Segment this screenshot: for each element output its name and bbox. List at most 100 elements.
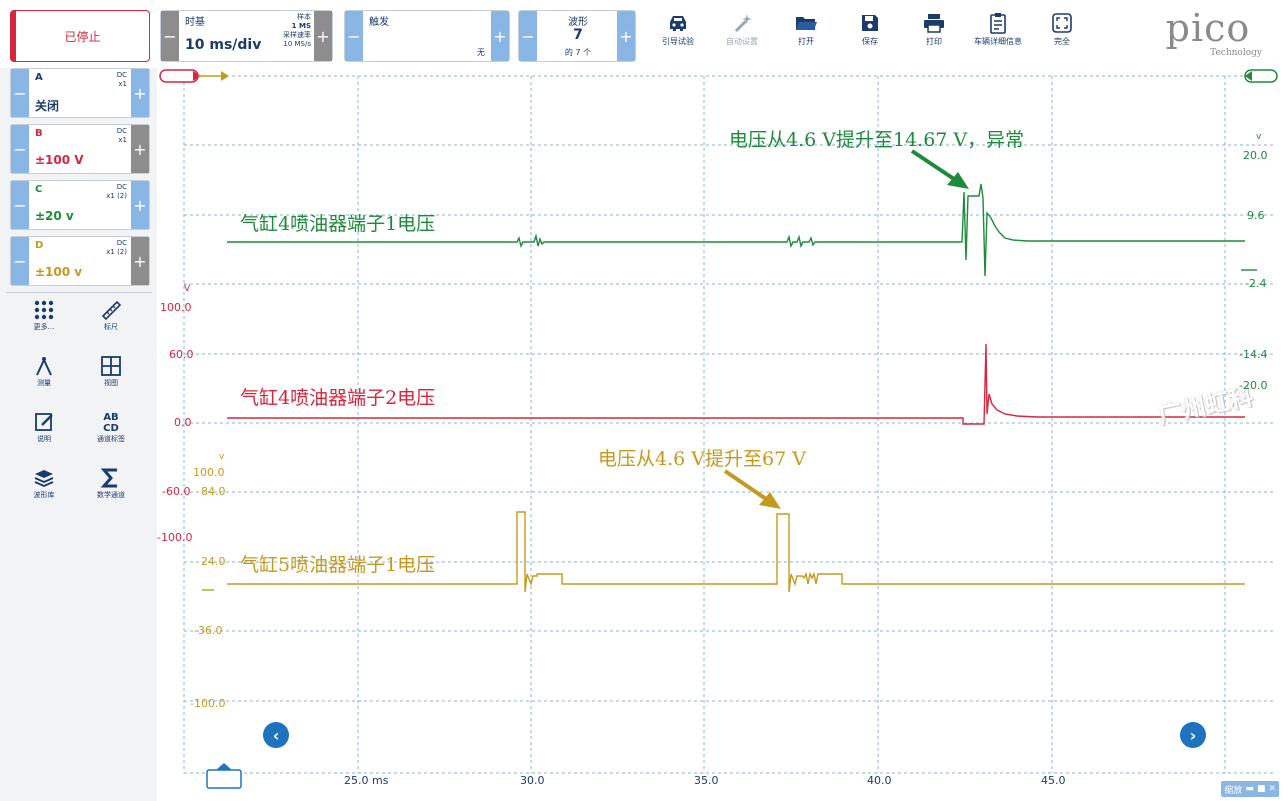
vertical-grid bbox=[183, 76, 1226, 773]
channel-c-range[interactable]: ±20 v bbox=[35, 209, 74, 223]
trigger-next-button[interactable]: + bbox=[491, 11, 509, 61]
channel-b-range[interactable]: ±100 V bbox=[35, 153, 84, 167]
green-axis-tick: 20.0 bbox=[1243, 149, 1268, 162]
layers-icon bbox=[33, 466, 55, 490]
waveform-value[interactable]: 7 bbox=[537, 27, 619, 43]
view-tool-button[interactable]: 视图 bbox=[86, 354, 136, 388]
open-button[interactable]: 打开 bbox=[776, 10, 836, 60]
waveform-library-tool-label: 波形库 bbox=[33, 491, 55, 499]
red-axis-tick: -60.0 bbox=[162, 485, 191, 498]
channel-b-name: B bbox=[35, 128, 43, 139]
abcd-icon: AB CD bbox=[99, 410, 123, 434]
gold-axis-tick: -100.0 bbox=[190, 697, 226, 710]
fullscreen-icon bbox=[1051, 10, 1073, 36]
red-trace-label: 气缸4喷油器端子2电压 bbox=[240, 387, 436, 409]
app-window: 已停止 − 时基 10 ms/div 样本 1 MS 采样速率 10 MS/s … bbox=[0, 0, 1283, 801]
channel-b-decrease-button[interactable]: − bbox=[11, 125, 29, 173]
channel-c-coupling: DC x1 (2) bbox=[106, 183, 127, 201]
x-axis-tick: 35.0 bbox=[694, 774, 719, 787]
waveform-library-tool-button[interactable]: 波形库 bbox=[19, 466, 69, 500]
close-icon[interactable]: ✕ bbox=[1268, 784, 1276, 794]
channel-a-coupling: DC x1 bbox=[117, 71, 127, 89]
channel-panel: − A DC x1 关闭 + − B DC x1 ±100 V + − C DC x1… bbox=[0, 68, 157, 801]
more-tool-label: 更多... bbox=[33, 323, 55, 331]
measure-tool-button[interactable]: 测量 bbox=[19, 354, 69, 388]
trigger-control: − 触发 无 + bbox=[344, 10, 510, 62]
green-annotation: 电压从4.6 V提升至14.67 V，异常 bbox=[729, 129, 1025, 151]
zoom-overview-control[interactable]: 缩放 ▬ ■ ✕ bbox=[1221, 781, 1279, 797]
scroll-right-button[interactable]: › bbox=[1180, 722, 1206, 748]
channel-a-range[interactable]: 关闭 bbox=[35, 97, 59, 114]
vehicle-details-button[interactable]: 车辆详细信息 bbox=[968, 10, 1028, 60]
trigger-position-marker[interactable] bbox=[206, 763, 242, 789]
gold-annotation-arrow bbox=[723, 469, 781, 509]
car-icon bbox=[666, 10, 690, 36]
trigger-prev-button[interactable]: − bbox=[345, 11, 363, 61]
auto-setup-label: 自动设置 bbox=[726, 37, 758, 46]
print-label: 打印 bbox=[926, 37, 942, 46]
vehicle-details-label: 车辆详细信息 bbox=[974, 37, 1022, 46]
clipboard-icon bbox=[988, 10, 1008, 36]
fullscreen-button[interactable]: 完全 bbox=[1032, 10, 1092, 60]
channel-d-name: D bbox=[35, 240, 44, 251]
notes-tool-button[interactable]: 说明 bbox=[19, 410, 69, 444]
green-axis-tick: -2.4 bbox=[1245, 277, 1267, 290]
open-label: 打开 bbox=[798, 37, 814, 46]
channel-d-coupling: DC x1 (2) bbox=[106, 239, 127, 257]
more-tool-button[interactable]: 更多... bbox=[19, 298, 69, 332]
channel-a-increase-button[interactable]: + bbox=[131, 69, 149, 117]
channel-d-range[interactable]: ±100 v bbox=[35, 265, 82, 279]
save-button[interactable]: 保存 bbox=[840, 10, 900, 60]
channel-c-increase-button[interactable]: + bbox=[131, 181, 149, 229]
timebase-decrease-button[interactable]: − bbox=[161, 11, 179, 61]
sigma-icon bbox=[100, 466, 122, 490]
stop-status-button[interactable]: 已停止 bbox=[10, 10, 150, 62]
restore-icon[interactable]: ■ bbox=[1257, 784, 1266, 794]
sampling-info: 样本 1 MS 采样速率 10 MS/s bbox=[273, 13, 311, 49]
dots-grid-icon bbox=[33, 298, 55, 322]
red-axis-tick: 60.0 bbox=[169, 348, 194, 361]
red-axis-tick: -100.0 bbox=[157, 531, 193, 544]
scope-svg bbox=[159, 69, 1278, 789]
waveform-prev-button[interactable]: − bbox=[519, 11, 537, 61]
waveform-count: 的 7 个 bbox=[564, 48, 592, 57]
scope-plot[interactable]: 气缸4喷油器端子1电压 气缸4喷油器端子2电压 气缸5喷油器端子1电压 电压从4… bbox=[157, 68, 1283, 801]
waveform-control: − 波形 7 的 7 个 + bbox=[518, 10, 636, 62]
print-icon bbox=[922, 10, 946, 36]
math-channels-tool-button[interactable]: 数学通道 bbox=[86, 466, 136, 500]
fullscreen-label: 完全 bbox=[1054, 37, 1070, 46]
channel-d-decrease-button[interactable]: − bbox=[11, 237, 29, 285]
red-axis-tick: 0.0 bbox=[174, 416, 192, 429]
x-axis-tick: 40.0 bbox=[867, 774, 892, 787]
green-trace-label: 气缸4喷油器端子1电压 bbox=[240, 213, 436, 235]
waveform-next-button[interactable]: + bbox=[617, 11, 635, 61]
print-button[interactable]: 打印 bbox=[904, 10, 964, 60]
minimize-icon[interactable]: ▬ bbox=[1245, 784, 1254, 794]
channel-b-increase-button[interactable]: + bbox=[131, 125, 149, 173]
channel-a-decrease-button[interactable]: − bbox=[11, 69, 29, 117]
channel-d-increase-button[interactable]: + bbox=[131, 237, 149, 285]
timebase-increase-button[interactable]: + bbox=[314, 11, 332, 61]
ruler-tool-label: 标尺 bbox=[104, 323, 118, 331]
gold-axis-tick: 84.0 bbox=[201, 485, 226, 498]
gold-annotation: 电压从4.6 V提升至67 V bbox=[598, 448, 806, 470]
channel-d-coupling-value: DC bbox=[116, 239, 127, 247]
channel-labels-tool-button[interactable]: AB CD 通道标签 bbox=[86, 410, 136, 444]
channel-a-name: A bbox=[35, 72, 43, 83]
green-axis-tick: -20.0 bbox=[1239, 379, 1268, 392]
svg-text:CD: CD bbox=[103, 423, 119, 434]
channel-a-coupling-value: DC bbox=[116, 71, 127, 79]
chevron-right-icon: › bbox=[1189, 725, 1197, 745]
timebase-value[interactable]: 10 ms/div bbox=[185, 37, 261, 53]
channel-labels-tool-label: 通道标签 bbox=[97, 435, 125, 443]
auto-setup-button[interactable]: 自动设置 bbox=[712, 10, 772, 60]
guided-test-button[interactable]: 引导试验 bbox=[648, 10, 708, 60]
green-annotation-arrow bbox=[910, 149, 969, 189]
trigger-value[interactable]: 无 bbox=[477, 47, 485, 58]
panel-divider bbox=[6, 292, 152, 293]
ruler-tool-button[interactable]: 标尺 bbox=[86, 298, 136, 332]
channel-c-decrease-button[interactable]: − bbox=[11, 181, 29, 229]
x-axis-tick: 25.0 ms bbox=[344, 774, 389, 787]
red-axis-unit: V bbox=[184, 284, 191, 294]
scroll-left-button[interactable]: ‹ bbox=[263, 722, 289, 748]
